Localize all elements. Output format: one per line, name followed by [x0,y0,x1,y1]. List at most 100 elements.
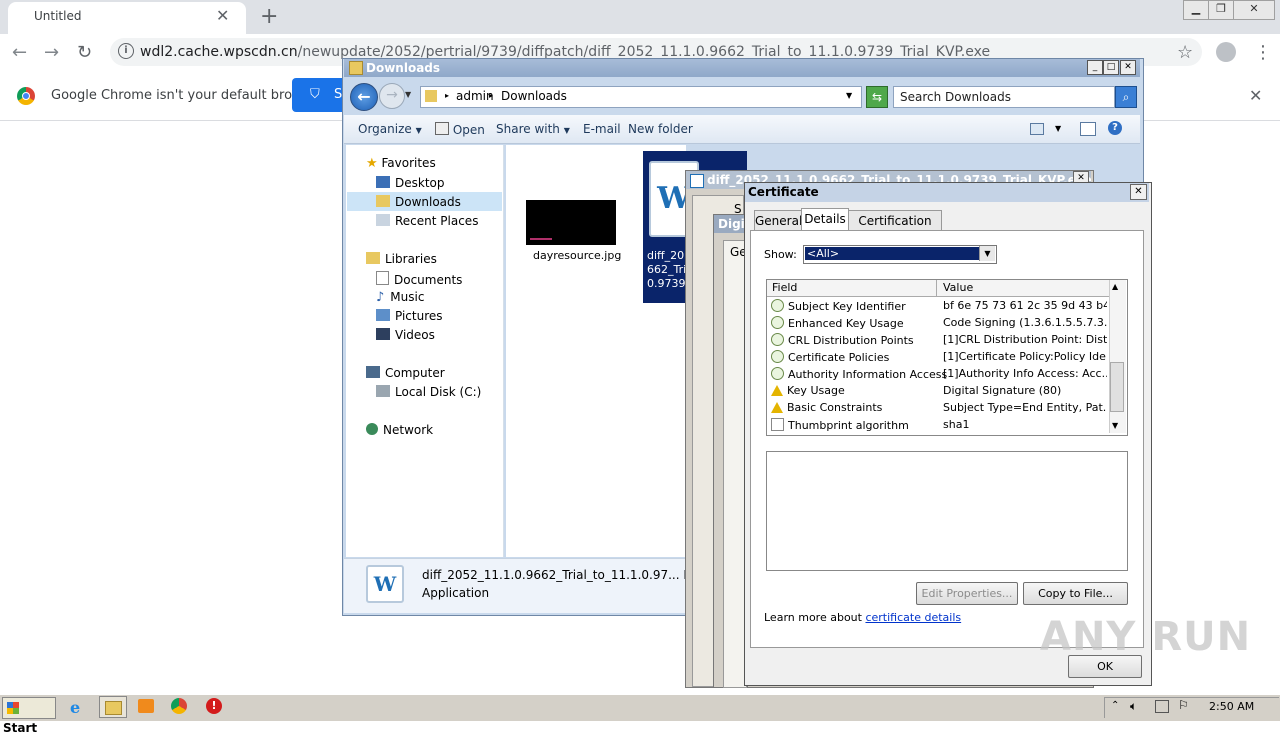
go-refresh-icon[interactable]: ⇆ [866,86,888,108]
restore-window-button[interactable]: ❐ [1208,0,1234,20]
nav-downloads[interactable]: Downloads [376,195,461,209]
star-icon: ★ [366,156,378,171]
dayresource-thumbnail[interactable] [526,200,616,245]
view-dropdown-icon[interactable]: ▼ [1055,124,1061,133]
explorer-close-button[interactable]: ✕ [1120,60,1136,75]
bookmark-star-icon[interactable]: ☆ [1177,42,1193,63]
explorer-minimize-button[interactable]: _ [1087,60,1103,75]
cert-field-icon [771,367,784,380]
nav-network[interactable]: Network [366,423,433,437]
cert-field-icon [771,299,784,312]
explorer-maximize-button[interactable]: □ [1103,60,1119,75]
organize-button[interactable]: Organize ▼ [358,122,422,136]
network-tray-icon[interactable] [1155,700,1169,713]
nav-favorites[interactable]: ★ Favorites [366,156,436,171]
clock[interactable]: 2:50 AM [1209,700,1254,713]
new-folder-button[interactable]: New folder [628,122,693,136]
start-label: Start [3,721,38,735]
table-row[interactable]: Thumbprint algorithm [771,418,909,432]
stop-alert-icon[interactable]: ! [206,698,222,714]
profile-avatar-icon[interactable] [1216,42,1236,62]
chrome-taskbar-icon[interactable] [171,698,187,714]
computer-icon [366,366,380,378]
media-player-icon[interactable] [138,699,154,713]
tab-title: Untitled [34,9,82,23]
breadcrumb-chevron-icon: ▸ [445,91,450,100]
close-window-button[interactable]: ✕ [1233,0,1275,20]
field-value-textbox[interactable] [766,451,1128,571]
preview-pane-icon[interactable] [1080,122,1096,136]
chevron-down-icon[interactable]: ▼ [979,246,995,261]
infobar-close-icon[interactable]: ✕ [1249,86,1262,105]
scrollbar-thumb[interactable] [1110,362,1124,412]
tab-details[interactable]: Details [801,208,849,232]
search-icon[interactable]: ⌕ [1115,86,1137,108]
column-header-value[interactable]: Value [943,281,973,294]
minimize-window-button[interactable]: ▁ [1183,0,1209,20]
explorer-address-bar[interactable]: ▸ admin ▸ Downloads ▼ [420,86,862,108]
copy-to-file-button[interactable]: Copy to File... [1023,582,1128,605]
table-row[interactable]: CRL Distribution Points [771,333,914,347]
shield-icon: ⛉ [310,87,320,102]
recent-places-icon [376,214,390,226]
learn-more-text: Learn more about certificate details [764,611,961,624]
nav-pictures[interactable]: Pictures [376,309,443,323]
digital-signature-title: Digit [718,217,746,231]
nav-documents[interactable]: Documents [376,271,462,287]
view-options-icon[interactable] [1030,123,1044,135]
volume-icon[interactable]: 🔈︎ [1130,699,1137,714]
field-value: [1]Certificate Policy:Policy Ide... [943,350,1107,363]
tab-general[interactable]: General [754,210,802,231]
taskbar-explorer-button[interactable] [99,696,127,718]
internet-explorer-icon[interactable]: e [70,698,88,717]
nav-recent-places[interactable]: Recent Places [376,214,478,228]
nav-music[interactable]: ♪ Music [376,290,424,305]
recent-pages-chevron-icon[interactable]: ▼ [405,90,411,99]
nav-computer[interactable]: Computer [366,366,445,380]
reload-icon[interactable]: ↻ [77,42,92,63]
field-name: Thumbprint algorithm [788,419,909,432]
scroll-down-icon[interactable]: ▼ [1112,421,1118,430]
tray-expand-icon[interactable]: ⌃ [1111,700,1119,711]
explorer-back-icon[interactable]: ← [350,83,378,111]
nav-desktop[interactable]: Desktop [376,176,445,190]
table-row[interactable]: Key Usage [771,384,845,397]
address-dropdown-icon[interactable]: ▼ [846,91,852,100]
certificate-details-link[interactable]: certificate details [865,611,961,624]
help-icon[interactable]: ? [1108,121,1122,135]
tab-certification-path[interactable]: Certification Path [848,210,942,248]
table-row[interactable]: Subject Key Identifier [771,299,906,313]
start-button[interactable]: Start [2,697,56,735]
table-row[interactable]: Basic Constraints [771,401,882,414]
certificate-close-button[interactable]: ✕ [1130,184,1147,200]
breadcrumb-downloads[interactable]: Downloads [501,89,567,103]
digital-signature-titlebar: Digit [714,215,746,233]
edit-properties-button[interactable]: Edit Properties... [916,582,1018,605]
site-info-icon[interactable]: i [118,43,134,59]
column-header-field[interactable]: Field [772,281,797,294]
explorer-search-input[interactable]: Search Downloads [893,86,1115,108]
new-tab-button[interactable]: + [260,4,278,29]
breadcrumb-admin[interactable]: admin [456,89,494,103]
open-button[interactable]: Open [435,122,485,137]
email-button[interactable]: E-mail [583,122,621,136]
back-arrow-icon[interactable]: ← [12,42,27,63]
table-row[interactable]: Authority Information Access [771,367,947,381]
forward-arrow-icon[interactable]: → [44,42,59,63]
table-row[interactable]: Certificate Policies [771,350,889,364]
action-center-flag-icon[interactable]: ⚐ [1178,698,1189,712]
file-name-dayresource[interactable]: dayresource.jpg [533,249,621,262]
menu-dots-icon[interactable]: ⋮ [1254,42,1272,63]
show-selected-value: <All> [805,247,980,260]
tab-close-icon[interactable]: ✕ [216,6,229,25]
nav-network-label: Network [383,423,434,437]
nav-videos[interactable]: Videos [376,328,435,342]
nav-local-disk[interactable]: Local Disk (C:) [376,385,481,399]
explorer-forward-icon[interactable]: → [379,83,405,109]
cert-field-icon [771,333,784,346]
scroll-up-icon[interactable]: ▲ [1112,282,1118,291]
nav-libraries[interactable]: Libraries [366,252,437,266]
table-row[interactable]: Enhanced Key Usage [771,316,904,330]
share-with-button[interactable]: Share with ▼ [496,122,570,136]
field-value: Code Signing (1.3.6.1.5.5.7.3.3) [943,316,1107,329]
